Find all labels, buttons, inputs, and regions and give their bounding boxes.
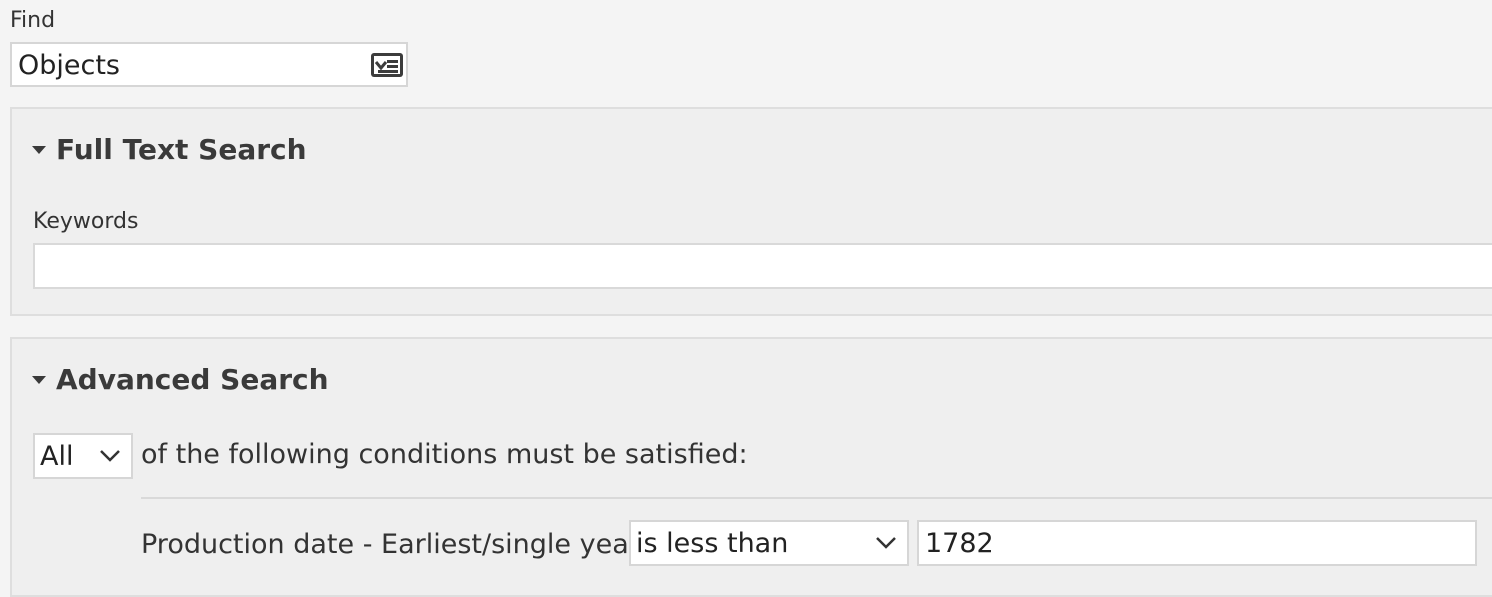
chevron-down-icon — [876, 537, 896, 549]
record-type-value: Objects — [18, 50, 121, 81]
record-type-select[interactable]: Objects — [10, 42, 408, 87]
find-label: Find — [10, 8, 56, 33]
keywords-label: Keywords — [33, 209, 139, 234]
caret-down-icon — [32, 145, 46, 154]
full-text-search-panel: Full Text Search Keywords — [10, 107, 1492, 316]
comparator-value: is less than — [636, 528, 789, 559]
caret-down-icon — [32, 375, 46, 384]
conditions-text: of the following conditions must be sati… — [141, 439, 748, 470]
divider — [141, 497, 1492, 499]
boolean-operator-select[interactable]: All — [33, 433, 133, 479]
advanced-search-toggle[interactable]: Advanced Search — [32, 363, 329, 396]
keywords-input[interactable] — [33, 243, 1492, 289]
full-text-search-title: Full Text Search — [56, 133, 307, 166]
dropdown-list-icon — [371, 53, 403, 77]
condition-value-input[interactable]: 1782 — [917, 520, 1477, 566]
chevron-down-icon — [100, 450, 120, 462]
boolean-operator-value: All — [40, 441, 74, 472]
advanced-search-panel: Advanced Search All of the following con… — [10, 337, 1492, 597]
advanced-search-title: Advanced Search — [56, 363, 329, 396]
comparator-select[interactable]: is less than — [629, 520, 909, 566]
condition-field-label: Production date - Earliest/single year — [141, 529, 640, 560]
full-text-search-toggle[interactable]: Full Text Search — [32, 133, 307, 166]
